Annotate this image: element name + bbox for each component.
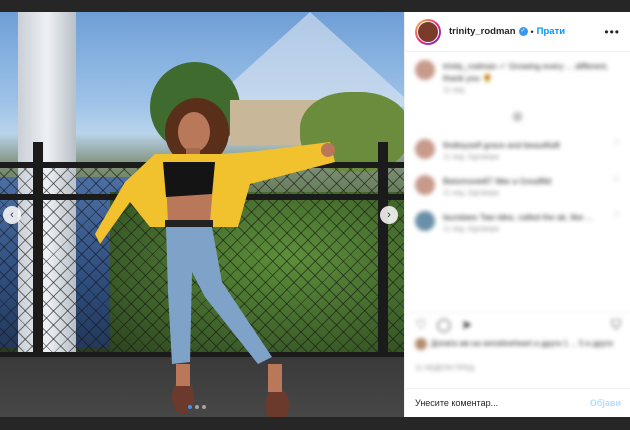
verified-badge-icon: ✓ <box>518 27 528 36</box>
belt <box>165 220 213 228</box>
avatar <box>415 338 427 350</box>
left-ankle <box>176 364 190 386</box>
person-figure <box>95 98 335 417</box>
post-photo[interactable]: ‹ › <box>0 12 404 417</box>
caption-meta: 11 нед. <box>443 87 466 94</box>
heart-icon[interactable]: ♡ <box>415 317 427 333</box>
heart-icon[interactable]: ♡ <box>613 211 620 220</box>
caption-text: trinity_rodman ✓ Growing every ... diffe… <box>443 61 609 83</box>
comment-meta[interactable]: 11 нед. Одговори <box>443 226 609 233</box>
post-comment-button[interactable]: Објави <box>590 398 621 408</box>
separator: • <box>530 26 534 37</box>
hand <box>321 143 335 157</box>
yellow-jacket <box>95 142 335 244</box>
likes-text: Допаѓа им на sensitiveheart и други 1 ..… <box>431 339 613 349</box>
likes-summary[interactable]: Допаѓа им на sensitiveheart и други 1 ..… <box>415 338 621 350</box>
bookmark-icon[interactable]: ⛉ <box>611 317 621 333</box>
avatar[interactable] <box>415 211 435 231</box>
heart-icon[interactable]: ♡ <box>613 139 620 148</box>
add-comment-bar: Објави <box>405 388 630 417</box>
prev-image-arrow-icon[interactable]: ‹ <box>3 206 21 224</box>
post-sidebar: trinity_rodman ✓ • Прати ••• trinity_rod… <box>404 12 630 417</box>
right-shoe <box>265 388 289 417</box>
avatar[interactable] <box>415 60 435 80</box>
carousel-dot <box>202 405 206 409</box>
comment-icon[interactable]: ◯ <box>437 317 452 333</box>
right-ankle <box>268 364 282 392</box>
comment-meta[interactable]: 11 нед. Одговори <box>443 154 609 161</box>
next-image-arrow-icon[interactable]: › <box>380 206 398 224</box>
face <box>178 112 210 152</box>
username-link[interactable]: trinity_rodman <box>449 26 516 37</box>
carousel-indicator <box>188 405 206 409</box>
avatar[interactable] <box>415 139 435 159</box>
comment-text: Betomovie87 Ilike a Goodfild <box>443 176 552 186</box>
comment-item: findtoyself grace and beautifulll 11 нед… <box>415 139 620 161</box>
caption: trinity_rodman ✓ Growing every ... diffe… <box>415 60 620 94</box>
comment-text: findtoyself grace and beautifulll <box>443 140 560 150</box>
avatar[interactable] <box>415 175 435 195</box>
post-date: 11 НЕДЕЛИ ПРЕД <box>415 365 475 372</box>
post-modal: ‹ › trinity_rodman ✓ • Прати ••• trinity… <box>0 12 630 417</box>
comment-meta[interactable]: 11 нед. Одговори <box>443 190 609 197</box>
action-bar: ♡ ◯ ➤ ⛉ <box>405 312 630 337</box>
avatar[interactable] <box>415 18 441 45</box>
more-options-icon[interactable]: ••• <box>604 25 620 39</box>
comment-item: Betomovie87 Ilike a Goodfild 11 нед. Одг… <box>415 175 620 197</box>
carousel-dot <box>188 405 192 409</box>
comments-list[interactable]: trinity_rodman ✓ Growing every ... diffe… <box>405 52 630 316</box>
follow-button[interactable]: Прати <box>537 26 565 37</box>
post-header: trinity_rodman ✓ • Прати ••• <box>405 12 630 52</box>
comment-input[interactable] <box>415 398 590 408</box>
share-icon[interactable]: ➤ <box>461 317 472 333</box>
comment-text: lauralaes Taw idea, called the ak, like … <box>443 212 593 222</box>
heart-icon[interactable]: ♡ <box>613 175 620 184</box>
comment-item: lauralaes Taw idea, called the ak, like … <box>415 211 620 233</box>
jeans <box>166 227 272 364</box>
carousel-dot <box>195 405 199 409</box>
load-more-icon[interactable]: ⊕ <box>415 108 620 125</box>
black-top <box>163 162 215 197</box>
